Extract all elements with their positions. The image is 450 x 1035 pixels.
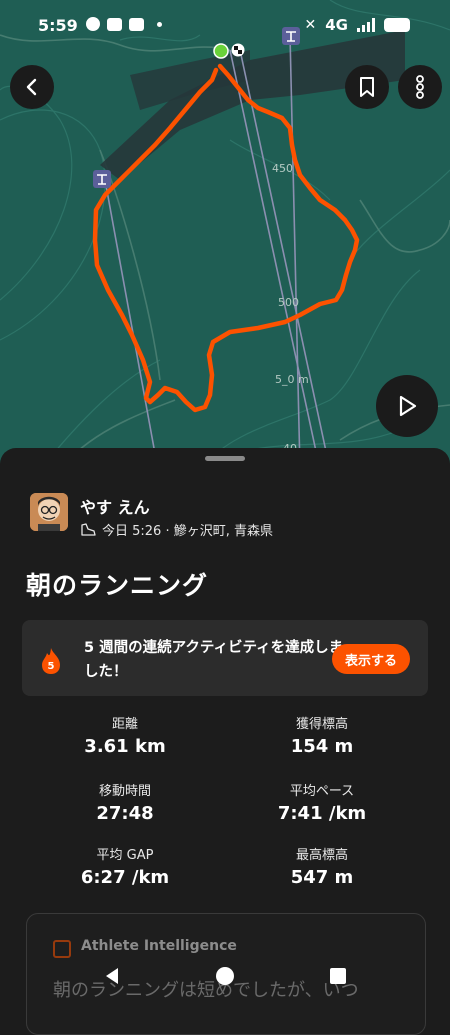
status-time: 5:59 — [38, 16, 78, 35]
stat-value: 547 m — [290, 867, 354, 888]
nav-recents-icon[interactable] — [326, 964, 350, 988]
stat-value: 6:27 /km — [80, 867, 170, 888]
lift-icon — [93, 170, 111, 188]
streak-card: 5 5 週間の連続アクティビティを達成しました！ 表示する — [22, 620, 428, 696]
flame-icon: 5 — [42, 648, 60, 674]
stat-label: 獲得標高 — [295, 717, 348, 732]
avatar-image — [30, 493, 68, 531]
stat-avg-pace: 平均ペース 7:41 /km — [222, 780, 422, 824]
streak-message: 5 週間の連続アクティビティを達成しました！ — [84, 640, 344, 680]
shoe-icon — [81, 522, 96, 536]
stat-label: 距離 — [111, 717, 138, 732]
stat-value: 3.61 km — [84, 736, 166, 757]
chat-icon — [129, 17, 144, 31]
bookmark-icon — [360, 77, 374, 97]
system-nav-bar — [0, 952, 450, 1000]
more-vertical-icon — [416, 75, 424, 99]
avatar[interactable] — [30, 493, 68, 531]
stat-label: 平均ペース — [289, 784, 355, 799]
streak-count: 5 — [48, 661, 55, 672]
back-arrow-icon — [26, 78, 37, 96]
route-line — [92, 63, 360, 413]
network-type: 4G — [325, 16, 348, 34]
mute-icon: ✕ — [304, 17, 317, 33]
activity-date-location: 今日 5:26 · 鰺ヶ沢町, 青森県 — [102, 524, 273, 539]
bookmark-button[interactable] — [345, 65, 389, 109]
stat-avg-gap: 平均 GAP 6:27 /km — [25, 844, 225, 888]
drag-handle[interactable] — [205, 456, 245, 461]
activity-title: 朝のランニング — [26, 571, 209, 600]
play-flyover-button[interactable] — [376, 375, 438, 437]
athlete-name[interactable]: やす えん — [80, 494, 150, 518]
stat-moving-time: 移動時間 27:48 — [25, 780, 225, 824]
stat-value: 154 m — [290, 736, 354, 757]
play-icon — [399, 395, 417, 417]
stat-label: 移動時間 — [98, 784, 151, 799]
stat-value: 7:41 /km — [277, 803, 367, 824]
battery-icon — [384, 18, 410, 32]
stat-label: 平均 GAP — [96, 848, 154, 863]
activity-sheet: やす えん 今日 5:26 · 鰺ヶ沢町, 青森県 朝のランニング 5 5 週間… — [0, 448, 450, 1035]
stat-value: 27:48 — [96, 803, 154, 824]
stat-max-elevation: 最高標高 547 m — [222, 844, 422, 888]
chat-icon — [107, 17, 122, 31]
nav-home-icon[interactable] — [213, 964, 237, 988]
stat-label: 最高標高 — [295, 848, 348, 863]
more-options-button[interactable] — [398, 65, 442, 109]
facebook-icon — [86, 17, 100, 31]
back-button[interactable] — [10, 65, 54, 109]
stat-distance: 距離 3.61 km — [25, 713, 225, 757]
contour-label: 450 — [272, 162, 293, 175]
signal-icon — [357, 18, 375, 32]
nav-back-icon[interactable] — [100, 964, 124, 988]
show-streak-button[interactable]: 表示する — [332, 644, 410, 674]
status-bar: 5:59 ✕ 4G — [0, 0, 450, 52]
contour-label: 500 — [278, 296, 299, 309]
stat-elevation-gain: 獲得標高 154 m — [222, 713, 422, 757]
notification-icons — [86, 17, 162, 31]
more-notifications-icon — [157, 21, 162, 27]
activity-meta: 今日 5:26 · 鰺ヶ沢町, 青森県 — [80, 520, 273, 539]
system-icons: ✕ 4G — [305, 16, 410, 34]
contour-label: 5_0 m — [275, 373, 309, 386]
